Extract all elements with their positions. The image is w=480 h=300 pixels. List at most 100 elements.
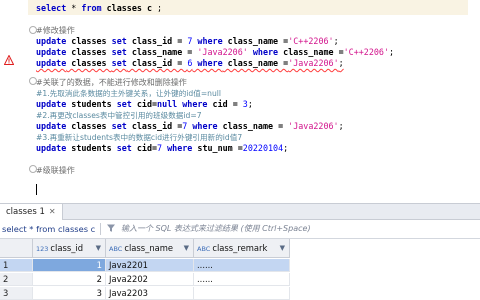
code-string: 'Java2206': [197, 47, 248, 57]
code-text: *: [66, 3, 82, 13]
query-label[interactable]: select * from classes c: [2, 222, 95, 236]
table-cell[interactable]: 3: [33, 287, 106, 300]
text-caret: [36, 184, 37, 195]
code-text: ;: [338, 58, 344, 68]
code-line[interactable]: update classes set class_id = 6 where cl…: [36, 57, 344, 69]
keyword: set: [116, 143, 132, 153]
code-text: classes: [66, 58, 112, 68]
keyword: where: [162, 143, 193, 153]
code-string: 'Java2206': [288, 121, 339, 131]
column-header-label: class_remark: [212, 243, 268, 253]
code-comment: #级联操作: [36, 166, 75, 175]
code-comment: #1.先取消此条数据的主外键关系，让外键的id值=null: [36, 89, 222, 98]
code-text: class_name =: [222, 58, 289, 68]
table-cell[interactable]: 2: [33, 273, 106, 286]
code-text: cid =: [207, 99, 243, 109]
code-line[interactable]: update students set cid=7 where stu_num …: [36, 142, 288, 154]
sort-arrow-icon[interactable]: ▼: [280, 239, 285, 257]
text-type-icon: ABC: [197, 244, 211, 253]
code-string: 'C++2206': [288, 36, 334, 46]
column-header-class-remark[interactable]: ABC class_remark ▼: [194, 239, 290, 258]
sort-arrow-icon[interactable]: ▼: [96, 239, 101, 257]
keyword: update: [36, 99, 67, 109]
code-text: class_name =: [217, 121, 289, 131]
tab-results-classes[interactable]: classes 1 ✕: [0, 204, 63, 220]
code-text: cid=: [131, 143, 158, 153]
code-comment: #2.再更改classes表中管控引用的班级数据id=7: [36, 111, 202, 120]
table-cell[interactable]: Java2201: [106, 259, 194, 272]
tab-label: classes 1: [6, 207, 45, 217]
keyword: from: [81, 3, 102, 13]
code-text: classes c: [101, 3, 158, 13]
column-header-class-name[interactable]: ABC class_name ▼: [106, 239, 194, 258]
table-row[interactable]: 2 2 Java2202 ......: [0, 273, 480, 286]
table-cell[interactable]: Java2202: [106, 273, 194, 286]
code-text: classes: [66, 47, 112, 57]
row-number[interactable]: 1: [0, 259, 33, 272]
keyword: where: [192, 36, 223, 46]
editor-scrollbar[interactable]: [474, 0, 480, 203]
warning-icon[interactable]: [4, 55, 14, 65]
table-cell[interactable]: [194, 287, 290, 300]
filter-bar: select * from classes c 输入一个 SQL 表达式来过滤结…: [0, 220, 480, 239]
keyword: where: [187, 121, 218, 131]
code-number: 20220104: [242, 143, 284, 153]
text-type-icon: ABC: [109, 244, 123, 253]
row-number[interactable]: 3: [0, 287, 33, 300]
code-text: ;: [157, 3, 163, 13]
code-comment: #3.再重新让students表中的数据cid进行外键引用新的id值7: [36, 133, 243, 142]
column-header-class-id[interactable]: 123 class_id ▼: [33, 239, 106, 258]
table-cell[interactable]: 1: [33, 259, 106, 272]
keyword: set: [111, 36, 127, 46]
keyword: set: [111, 47, 127, 57]
code-text: classes: [66, 121, 112, 131]
keyword: update: [36, 47, 67, 57]
code-line[interactable]: select * from classes c ;: [36, 2, 162, 14]
row-number[interactable]: 2: [0, 273, 33, 286]
code-comment: #修改操作: [36, 26, 75, 35]
row-number-header: [0, 239, 33, 258]
code-string: 'C++2206': [343, 47, 390, 57]
sort-arrow-icon[interactable]: ▼: [184, 239, 189, 257]
editor-gutter: [0, 0, 28, 203]
numeric-type-icon: 123: [36, 244, 49, 253]
table-row[interactable]: 1 1 Java2201 ......: [0, 259, 480, 272]
code-text: class_name =: [126, 47, 198, 57]
table-row[interactable]: 3 3 Java2203: [0, 287, 480, 300]
keyword: set: [111, 58, 127, 68]
keyword: where: [177, 99, 208, 109]
table-cell[interactable]: ......: [194, 259, 290, 272]
code-comment: #关联了的数据，不能进行修改和删除操作: [36, 78, 187, 87]
keyword: update: [36, 58, 67, 68]
code-text: ;: [283, 143, 289, 153]
code-text: stu_num =: [192, 143, 243, 153]
code-text: classes: [66, 36, 112, 46]
code-text: cid=: [131, 99, 158, 109]
code-text: students: [66, 143, 117, 153]
code-text: ;: [338, 121, 344, 131]
filter-input[interactable]: 输入一个 SQL 表达式来过滤结果 (使用 Ctrl+Space): [121, 222, 311, 236]
keyword: where: [247, 47, 279, 57]
table-cell[interactable]: ......: [194, 273, 290, 286]
code-text: class_name =: [222, 36, 289, 46]
keyword: select: [36, 3, 67, 13]
keyword: null: [157, 99, 178, 109]
table-cell[interactable]: Java2203: [106, 287, 194, 300]
keyword: where: [192, 58, 223, 68]
sql-editor[interactable]: select * from classes c ; #修改操作 update c…: [0, 0, 480, 203]
column-header-label: class_name: [124, 243, 174, 253]
keyword: set: [111, 121, 127, 131]
code-text: class_id =: [126, 121, 183, 131]
divider: [100, 223, 101, 235]
code-text: students: [66, 99, 117, 109]
code-text: ;: [247, 99, 253, 109]
code-line[interactable]: #级联操作: [36, 164, 75, 176]
results-grid[interactable]: 123 class_id ▼ ABC class_name ▼ ABC class_rem…: [0, 239, 480, 300]
filter-icon[interactable]: [106, 223, 116, 233]
close-icon[interactable]: ✕: [49, 207, 56, 216]
code-text: class_id =: [126, 58, 188, 68]
code-text: ;: [333, 36, 339, 46]
code-text: class_id =: [126, 36, 188, 46]
keyword: set: [116, 99, 132, 109]
column-header-label: class_id: [50, 243, 84, 253]
